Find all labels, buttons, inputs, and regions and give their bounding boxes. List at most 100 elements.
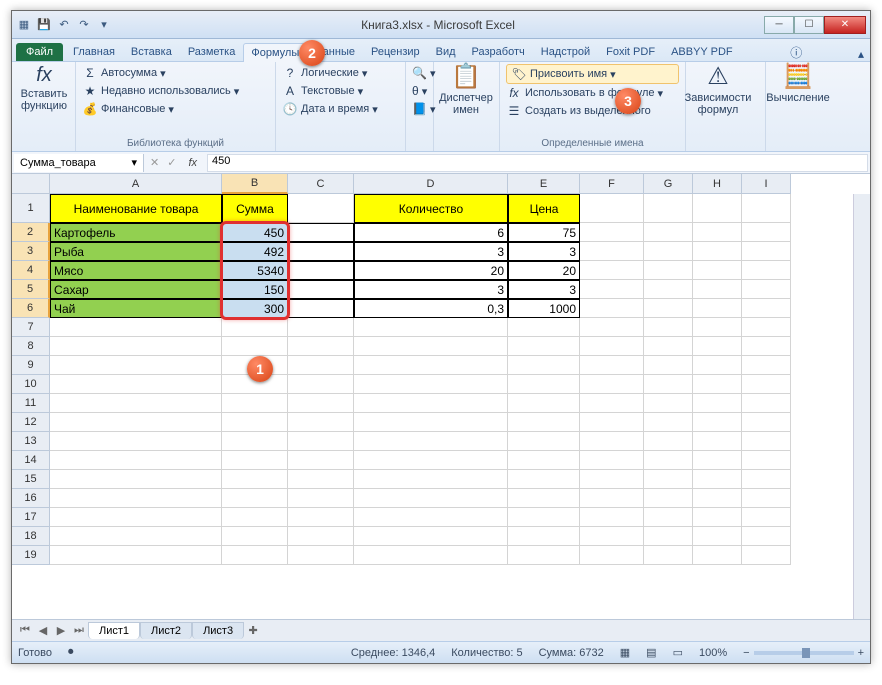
- cell-E1[interactable]: Цена: [508, 194, 580, 223]
- cell-E18[interactable]: [508, 527, 580, 546]
- cancel-formula-icon[interactable]: ✕: [146, 156, 163, 169]
- save-icon[interactable]: 💾: [36, 17, 52, 33]
- cell-A3[interactable]: Рыба: [50, 242, 222, 261]
- cell-C16[interactable]: [288, 489, 354, 508]
- cell-C9[interactable]: [288, 356, 354, 375]
- cell-A15[interactable]: [50, 470, 222, 489]
- cell-I11[interactable]: [742, 394, 791, 413]
- column-header-I[interactable]: I: [742, 174, 791, 194]
- cell-B7[interactable]: [222, 318, 288, 337]
- cell-I12[interactable]: [742, 413, 791, 432]
- cell-A18[interactable]: [50, 527, 222, 546]
- cell-C15[interactable]: [288, 470, 354, 489]
- cell-F4[interactable]: [580, 261, 644, 280]
- cell-G18[interactable]: [644, 527, 693, 546]
- cell-I1[interactable]: [742, 194, 791, 223]
- cell-I17[interactable]: [742, 508, 791, 527]
- name-manager-button[interactable]: 📋 Диспетчер имен: [440, 64, 492, 117]
- redo-icon[interactable]: ↷: [76, 17, 92, 33]
- cell-B9[interactable]: [222, 356, 288, 375]
- cell-G17[interactable]: [644, 508, 693, 527]
- cell-B17[interactable]: [222, 508, 288, 527]
- insert-function-button[interactable]: fx Вставить функцию: [18, 64, 70, 112]
- cell-F11[interactable]: [580, 394, 644, 413]
- cell-D9[interactable]: [354, 356, 508, 375]
- cell-D5[interactable]: 3: [354, 280, 508, 299]
- qat-more-icon[interactable]: ▾: [96, 17, 112, 33]
- row-header-19[interactable]: 19: [12, 546, 50, 565]
- formula-deps-button[interactable]: ⚠ Зависимости формул: [692, 64, 744, 117]
- vertical-scrollbar[interactable]: [853, 194, 870, 619]
- cell-E2[interactable]: 75: [508, 223, 580, 242]
- zoom-level[interactable]: 100%: [699, 647, 727, 659]
- help-icon[interactable]: ⓘ: [790, 44, 802, 61]
- cell-E12[interactable]: [508, 413, 580, 432]
- more-fn-button[interactable]: 📘▾: [412, 100, 427, 118]
- row-header-1[interactable]: 1: [12, 194, 50, 223]
- cell-B16[interactable]: [222, 489, 288, 508]
- formula-input[interactable]: 450: [207, 154, 868, 172]
- cell-C12[interactable]: [288, 413, 354, 432]
- cell-C14[interactable]: [288, 451, 354, 470]
- cell-C7[interactable]: [288, 318, 354, 337]
- cell-C13[interactable]: [288, 432, 354, 451]
- cell-A4[interactable]: Мясо: [50, 261, 222, 280]
- cell-F15[interactable]: [580, 470, 644, 489]
- cell-B18[interactable]: [222, 527, 288, 546]
- cell-C10[interactable]: [288, 375, 354, 394]
- cell-F1[interactable]: [580, 194, 644, 223]
- cell-B13[interactable]: [222, 432, 288, 451]
- cell-F18[interactable]: [580, 527, 644, 546]
- row-header-12[interactable]: 12: [12, 413, 50, 432]
- row-header-8[interactable]: 8: [12, 337, 50, 356]
- cell-A16[interactable]: [50, 489, 222, 508]
- cell-D11[interactable]: [354, 394, 508, 413]
- cell-H7[interactable]: [693, 318, 742, 337]
- file-tab[interactable]: Файл: [16, 43, 63, 61]
- cell-F16[interactable]: [580, 489, 644, 508]
- cell-F7[interactable]: [580, 318, 644, 337]
- cell-G12[interactable]: [644, 413, 693, 432]
- cell-C18[interactable]: [288, 527, 354, 546]
- cell-D18[interactable]: [354, 527, 508, 546]
- cell-G16[interactable]: [644, 489, 693, 508]
- cell-G13[interactable]: [644, 432, 693, 451]
- cell-I5[interactable]: [742, 280, 791, 299]
- cell-G10[interactable]: [644, 375, 693, 394]
- logical-button[interactable]: ?Логические ▾: [282, 64, 399, 82]
- ribbon-tab-надстрой[interactable]: Надстрой: [533, 42, 598, 61]
- cell-B19[interactable]: [222, 546, 288, 565]
- cell-G6[interactable]: [644, 299, 693, 318]
- sheet-nav-next-icon[interactable]: ▶: [52, 624, 70, 637]
- cell-B6[interactable]: 300: [222, 299, 288, 318]
- row-header-18[interactable]: 18: [12, 527, 50, 546]
- row-header-9[interactable]: 9: [12, 356, 50, 375]
- close-button[interactable]: ✕: [824, 16, 866, 34]
- cell-H3[interactable]: [693, 242, 742, 261]
- cell-G19[interactable]: [644, 546, 693, 565]
- cell-F10[interactable]: [580, 375, 644, 394]
- cell-A17[interactable]: [50, 508, 222, 527]
- cell-B14[interactable]: [222, 451, 288, 470]
- cell-A1[interactable]: Наименование товара: [50, 194, 222, 223]
- cell-I4[interactable]: [742, 261, 791, 280]
- cell-D3[interactable]: 3: [354, 242, 508, 261]
- cell-F8[interactable]: [580, 337, 644, 356]
- cell-H16[interactable]: [693, 489, 742, 508]
- cell-G15[interactable]: [644, 470, 693, 489]
- cell-H13[interactable]: [693, 432, 742, 451]
- cell-E14[interactable]: [508, 451, 580, 470]
- sheet-tab-Лист1[interactable]: Лист1: [88, 622, 140, 639]
- cell-C4[interactable]: [288, 261, 354, 280]
- cell-H12[interactable]: [693, 413, 742, 432]
- cell-I6[interactable]: [742, 299, 791, 318]
- cell-H14[interactable]: [693, 451, 742, 470]
- cell-D12[interactable]: [354, 413, 508, 432]
- row-header-11[interactable]: 11: [12, 394, 50, 413]
- cell-A19[interactable]: [50, 546, 222, 565]
- recent-button[interactable]: ★Недавно использовались ▾: [82, 82, 269, 100]
- cell-E17[interactable]: [508, 508, 580, 527]
- row-header-5[interactable]: 5: [12, 280, 50, 299]
- cell-C3[interactable]: [288, 242, 354, 261]
- column-header-G[interactable]: G: [644, 174, 693, 194]
